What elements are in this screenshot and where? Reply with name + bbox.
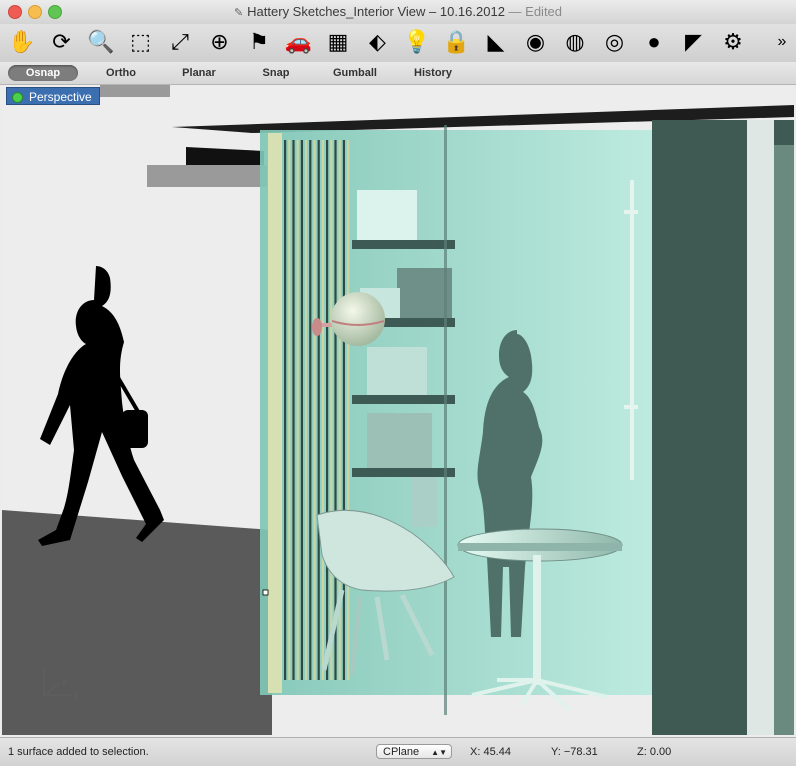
viewport-name: Perspective bbox=[29, 90, 92, 104]
ortho-toggle[interactable]: Ortho bbox=[96, 65, 146, 81]
planar-toggle[interactable]: Planar bbox=[172, 65, 226, 81]
updown-arrows-icon: ▲▼ bbox=[431, 748, 447, 757]
zoom-extents-icon[interactable]: ⤢ bbox=[164, 26, 196, 58]
selection-grip bbox=[262, 589, 269, 596]
osnap-toggle[interactable]: Osnap bbox=[8, 65, 78, 81]
wall-slat bbox=[288, 140, 291, 680]
wall-slat bbox=[317, 140, 320, 680]
wall-slat bbox=[330, 140, 333, 680]
right-wall-edge bbox=[774, 145, 794, 735]
layers-icon[interactable]: ◣ bbox=[480, 26, 512, 58]
window-title: ✎ Hattery Sketches_Interior View – 10.16.… bbox=[0, 4, 796, 19]
coord-x: X: 45.44 bbox=[470, 746, 511, 758]
pan-hand-icon[interactable]: ✋ bbox=[6, 26, 38, 58]
cplane-icon[interactable]: ▦ bbox=[322, 26, 354, 58]
color-wheel-icon[interactable]: ◉ bbox=[520, 26, 552, 58]
viewport-scene[interactable]: x y bbox=[2, 85, 794, 735]
coord-y: Y: −78.31 bbox=[551, 746, 598, 758]
wall-slat bbox=[292, 140, 295, 680]
wall-slat bbox=[342, 140, 345, 680]
soffit-grey bbox=[147, 165, 267, 187]
document-icon: ✎ bbox=[233, 7, 244, 19]
wall-slat bbox=[300, 140, 303, 680]
cplane-value: CPlane bbox=[383, 746, 420, 758]
settings-gear-icon[interactable]: ⚙ bbox=[717, 26, 749, 58]
wall-slat bbox=[334, 140, 337, 680]
wireframe-sphere-icon[interactable]: ◍ bbox=[559, 26, 591, 58]
select-points-icon[interactable]: ⬖ bbox=[362, 26, 394, 58]
car-icon[interactable]: 🚗 bbox=[283, 26, 315, 58]
wall-slat bbox=[309, 140, 312, 680]
rendered-sphere-icon[interactable]: ● bbox=[638, 26, 670, 58]
wall-slat bbox=[305, 140, 308, 680]
glass-mullion bbox=[444, 125, 447, 715]
rotate-view-icon[interactable]: ⟳ bbox=[46, 26, 78, 58]
main-toolbar: » ✋ ⟳ 🔍 ⬚ ⤢ ⊕ ⚑ 🚗 ▦ ⬖ 💡 🔒 ◣ ◉ ◍ ◎ ● ◤ ⚙ bbox=[0, 24, 796, 62]
wall-slat bbox=[284, 140, 287, 680]
wall-slat bbox=[347, 140, 350, 680]
viewport-status-dot bbox=[12, 92, 23, 103]
title-bar: ✎ Hattery Sketches_Interior View – 10.16.… bbox=[0, 0, 796, 25]
snap-toggle[interactable]: Snap bbox=[254, 65, 298, 81]
zoom-window-icon[interactable]: ⬚ bbox=[125, 26, 157, 58]
cplane-select[interactable]: CPlane ▲▼ bbox=[376, 744, 452, 759]
modeling-aids-bar: Osnap Ortho Planar Snap Gumball History bbox=[0, 62, 796, 85]
header-strip bbox=[100, 85, 170, 97]
wall-slat bbox=[321, 140, 324, 680]
gumball-toggle[interactable]: Gumball bbox=[326, 65, 384, 81]
status-bar: 1 surface added to selection. CPlane ▲▼ … bbox=[0, 737, 796, 766]
left-frame-post bbox=[268, 133, 282, 693]
history-toggle[interactable]: History bbox=[406, 65, 460, 81]
axis-y-label: y bbox=[62, 675, 67, 685]
viewport-title[interactable]: Perspective bbox=[6, 87, 100, 105]
toolbar-overflow-button[interactable]: » bbox=[766, 26, 796, 58]
wall-slat bbox=[296, 140, 299, 680]
zoom-selected-icon[interactable]: ⊕ bbox=[204, 26, 236, 58]
lock-icon[interactable]: 🔒 bbox=[441, 26, 473, 58]
shaded-sphere-icon[interactable]: ◎ bbox=[599, 26, 631, 58]
named-view-icon[interactable]: ⚑ bbox=[243, 26, 275, 58]
axis-x-label: x bbox=[74, 691, 79, 701]
window-title-text: Hattery Sketches_Interior View – 10.16.2… bbox=[247, 4, 505, 19]
wall-slat bbox=[313, 140, 316, 680]
zoom-icon[interactable]: 🔍 bbox=[85, 26, 117, 58]
door-handle bbox=[630, 180, 634, 480]
status-message: 1 surface added to selection. bbox=[8, 746, 149, 758]
render-icon[interactable]: ◤ bbox=[678, 26, 710, 58]
right-wall-column bbox=[747, 120, 774, 735]
coord-z: Z: 0.00 bbox=[637, 746, 672, 758]
wall-slat bbox=[326, 140, 329, 680]
light-bulb-icon[interactable]: 💡 bbox=[401, 26, 433, 58]
edited-indicator: — Edited bbox=[508, 4, 563, 19]
perspective-viewport[interactable]: x y Perspective bbox=[2, 85, 794, 735]
